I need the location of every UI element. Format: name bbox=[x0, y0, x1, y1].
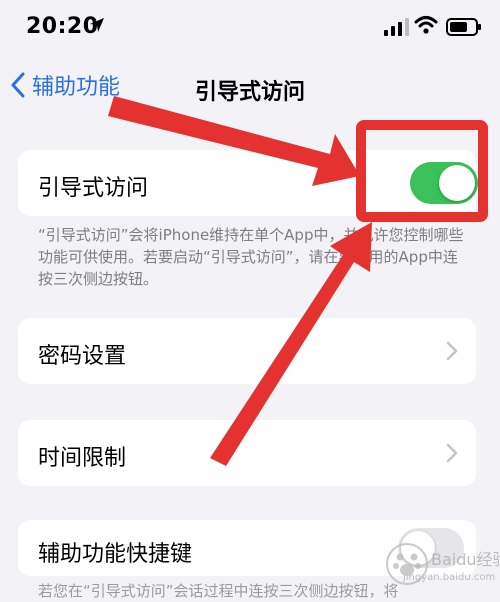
navigation-bar: 辅助功能 引导式访问 bbox=[0, 60, 500, 110]
location-arrow-icon bbox=[90, 18, 104, 32]
watermark: Baidu经验 jingyan.baidu.com bbox=[385, 540, 500, 590]
cellular-signal-icon bbox=[384, 18, 409, 36]
guided-access-description: “引导式访问”会将iPhone维持在单个App中，并允许您控制哪些功能可供使用。… bbox=[38, 226, 464, 288]
chevron-right-icon bbox=[446, 443, 458, 463]
time-limits-row[interactable]: 时间限制 bbox=[18, 420, 476, 486]
chevron-right-icon bbox=[446, 341, 458, 361]
passcode-settings-label: 密码设置 bbox=[38, 344, 127, 369]
battery-icon bbox=[446, 18, 481, 36]
passcode-settings-row[interactable]: 密码设置 bbox=[18, 318, 476, 384]
guided-access-label: 引导式访问 bbox=[38, 176, 149, 201]
watermark-text: Baidu经验 bbox=[431, 550, 500, 569]
time-limits-label: 时间限制 bbox=[38, 446, 127, 471]
accessibility-shortcut-label: 辅助功能快捷键 bbox=[38, 542, 193, 567]
annotation-highlight-box bbox=[356, 120, 488, 222]
status-bar: 20:20 bbox=[0, 0, 500, 56]
wifi-icon bbox=[414, 16, 438, 34]
page-title: 引导式访问 bbox=[194, 80, 305, 105]
watermark-url: jingyan.baidu.com bbox=[403, 572, 496, 583]
